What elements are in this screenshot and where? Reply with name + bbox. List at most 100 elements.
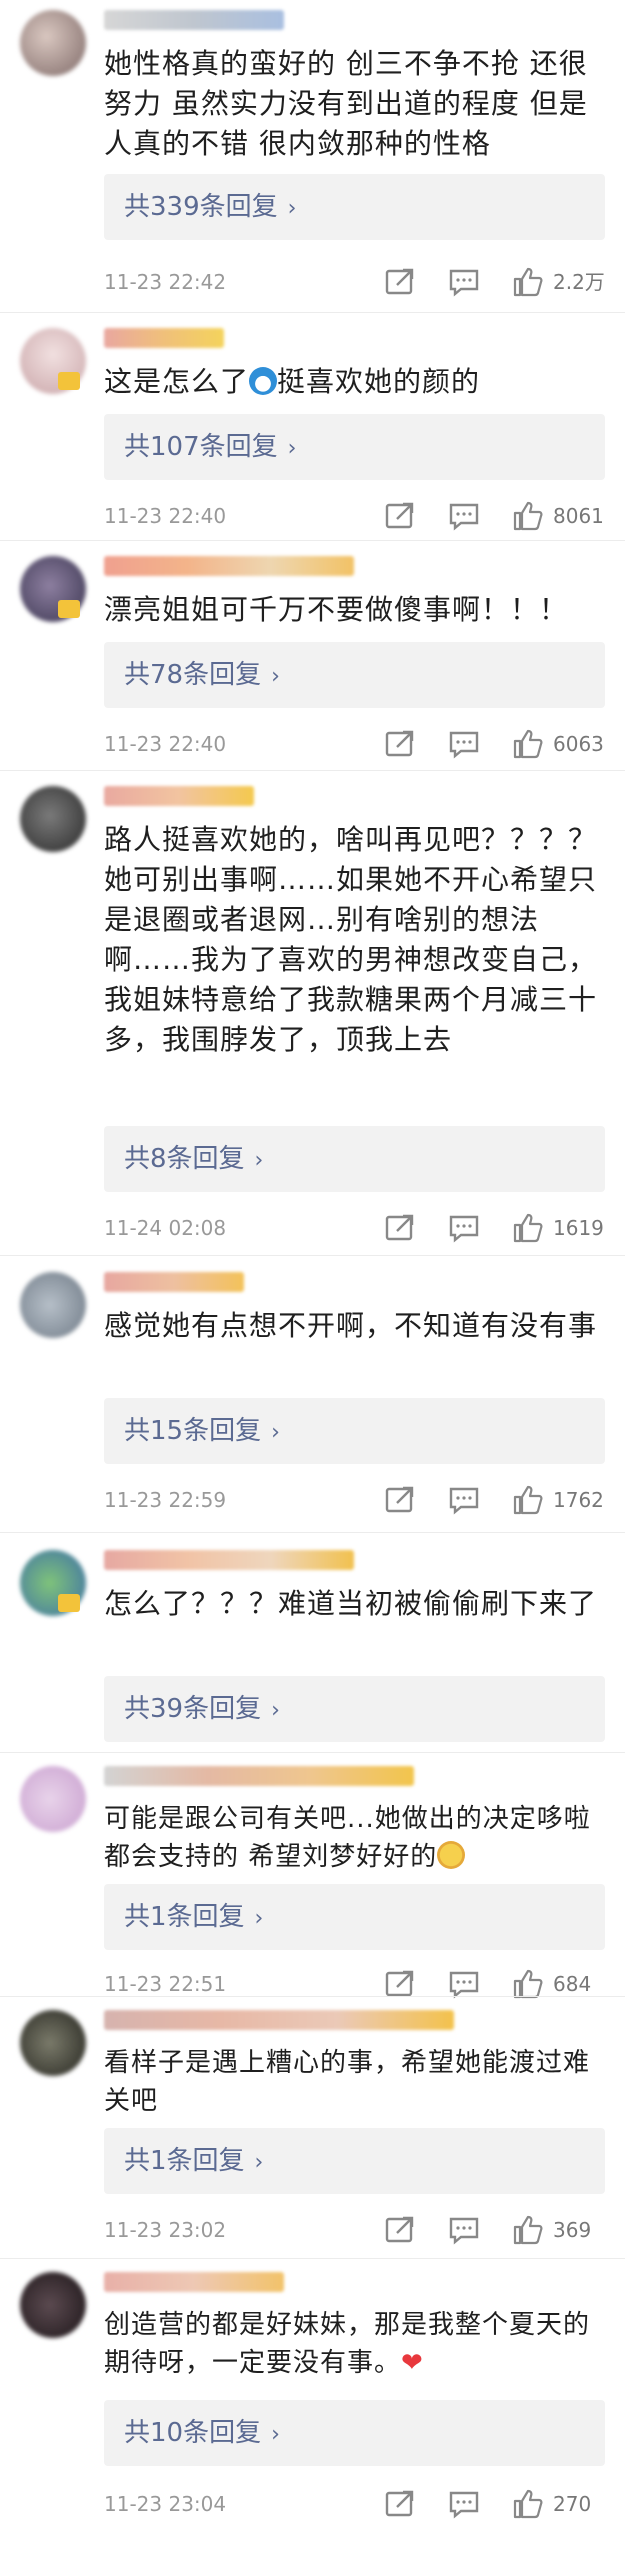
share-icon[interactable] <box>383 499 417 533</box>
thumbs-up-icon[interactable] <box>511 2213 545 2247</box>
username[interactable] <box>104 1272 244 1292</box>
comment-text: 漂亮姐姐可千万不要做傻事啊！！！ <box>104 593 569 626</box>
verified-badge <box>58 600 80 618</box>
comment-text: 怎么了？？？难道当初被偷偷刷下来了 <box>104 1587 598 1620</box>
timestamp: 11-23 23:02 <box>104 2218 227 2242</box>
comment-icon[interactable] <box>447 265 481 299</box>
chevron-right-icon: › <box>271 664 280 689</box>
comment-item: 她性格真的蛮好的 创三不争不抢 还很努力 虽然实力没有到出道的程度 但是人真的不… <box>0 0 625 310</box>
comment-text-part: 创造营的都是好妹妹，那是我整个夏天的期待呀，一定要没有事。 <box>104 2310 591 2378</box>
comment-meta: 11-23 22:59 1762 <box>104 1480 605 1520</box>
share-icon[interactable] <box>383 727 417 761</box>
comment-item: 路人挺喜欢她的，啥叫再见吧？？？？她可别出事啊……如果她不开心希望只是退圈或者退… <box>0 776 625 1256</box>
verified-badge <box>58 372 80 390</box>
chevron-right-icon: › <box>287 196 297 221</box>
comment-icon[interactable] <box>447 2487 481 2521</box>
doraemon-emoji-icon <box>249 367 278 395</box>
username[interactable] <box>104 10 284 30</box>
replies-label: 共15条回复 <box>124 1416 262 1446</box>
username[interactable] <box>104 786 254 806</box>
share-icon[interactable] <box>383 1483 417 1517</box>
like-count: 2.2万 <box>553 270 605 294</box>
share-icon[interactable] <box>383 1211 417 1245</box>
username[interactable] <box>104 1550 354 1570</box>
divider <box>0 540 625 541</box>
comment-meta: 11-23 22:51 684 <box>104 1964 605 2004</box>
username[interactable] <box>104 328 224 348</box>
avatar[interactable] <box>20 1272 86 1338</box>
comment-item: 怎么了？？？难道当初被偷偷刷下来了 共39条回复 › <box>0 1540 625 1760</box>
avatar[interactable] <box>20 2272 86 2338</box>
replies-link[interactable]: 共107条回复 › <box>104 414 605 480</box>
divider <box>0 1255 625 1256</box>
replies-link[interactable]: 共1条回复 › <box>104 2128 605 2194</box>
replies-link[interactable]: 共15条回复 › <box>104 1398 605 1464</box>
thumbs-up-icon[interactable] <box>511 2487 545 2521</box>
replies-link[interactable]: 共8条回复 › <box>104 1126 605 1192</box>
thumbs-up-icon[interactable] <box>511 1483 545 1517</box>
timestamp: 11-23 22:42 <box>104 270 227 294</box>
comment-meta: 11-23 22:42 2.2万 <box>104 262 605 302</box>
comment-item: 看样子是遇上糟心的事，希望她能渡过难关吧 共1条回复 › 11-23 23:02 … <box>0 2000 625 2270</box>
avatar[interactable] <box>20 1766 86 1832</box>
comment-icon[interactable] <box>447 1211 481 1245</box>
chevron-right-icon: › <box>254 1148 264 1173</box>
like-count: 8061 <box>553 504 604 528</box>
timestamp: 11-23 22:59 <box>104 1488 227 1512</box>
comment-item: 这是怎么了 挺喜欢她的颜的 共107条回复 › 11-23 22:40 8061 <box>0 318 625 543</box>
username[interactable] <box>104 2010 454 2030</box>
comment-text: 感觉她有点想不开啊，不知道有没有事 <box>104 1309 598 1342</box>
replies-label: 共10条回复 <box>124 2418 262 2448</box>
comment-icon[interactable] <box>447 2213 481 2247</box>
verified-badge <box>58 1594 80 1612</box>
replies-label: 共78条回复 <box>124 660 262 690</box>
share-icon[interactable] <box>383 265 417 299</box>
divider <box>0 1752 625 1753</box>
comment-meta: 11-23 22:40 6063 <box>104 724 605 764</box>
username[interactable] <box>104 2272 284 2292</box>
comment-item: 可能是跟公司有关吧...她做出的决定哆啦都会支持的 希望刘梦好好的 共1条回复 ›… <box>0 1756 625 1999</box>
replies-label: 共1条回复 <box>124 2146 245 2176</box>
divider <box>0 1532 625 1533</box>
comment-icon[interactable] <box>447 499 481 533</box>
comment-meta: 11-23 22:40 8061 <box>104 496 605 536</box>
replies-label: 共39条回复 <box>124 1694 262 1724</box>
avatar[interactable] <box>20 10 86 76</box>
comment-item: 感觉她有点想不开啊，不知道有没有事 共15条回复 › 11-23 22:59 17… <box>0 1262 625 1532</box>
comment-icon[interactable] <box>447 1483 481 1517</box>
divider <box>0 2258 625 2259</box>
thumbs-up-icon[interactable] <box>511 727 545 761</box>
timestamp: 11-23 23:04 <box>104 2492 227 2516</box>
like-count: 1762 <box>553 1488 604 1512</box>
comment-meta: 11-24 02:08 1619 <box>104 1208 605 1248</box>
like-count: 684 <box>553 1972 592 1996</box>
comment-text: 可能是跟公司有关吧...她做出的决定哆啦都会支持的 希望刘梦好好的 <box>104 1800 605 1876</box>
thumbs-up-icon[interactable] <box>511 499 545 533</box>
chevron-right-icon: › <box>271 2422 280 2447</box>
like-count: 6063 <box>553 732 604 756</box>
replies-label: 共1条回复 <box>124 1902 245 1932</box>
replies-link[interactable]: 共10条回复 › <box>104 2400 605 2466</box>
share-icon[interactable] <box>383 2213 417 2247</box>
username[interactable] <box>104 556 354 576</box>
chevron-right-icon: › <box>254 1906 264 1931</box>
heart-icon: ❤ <box>401 2348 424 2378</box>
comment-item: 创造营的都是好妹妹，那是我整个夏天的期待呀，一定要没有事。❤ 共10条回复 › 1… <box>0 2262 625 2560</box>
replies-link[interactable]: 共1条回复 › <box>104 1884 605 1950</box>
comment-icon[interactable] <box>447 727 481 761</box>
thumbs-up-icon[interactable] <box>511 265 545 299</box>
avatar[interactable] <box>20 2010 86 2076</box>
replies-link[interactable]: 共78条回复 › <box>104 642 605 708</box>
thumbs-up-icon[interactable] <box>511 1211 545 1245</box>
username[interactable] <box>104 1766 414 1786</box>
timestamp: 11-23 22:40 <box>104 732 227 756</box>
replies-label: 共107条回复 <box>124 432 278 462</box>
like-count: 1619 <box>553 1216 604 1240</box>
comment-text: 路人挺喜欢她的，啥叫再见吧？？？？她可别出事啊……如果她不开心希望只是退圈或者退… <box>104 823 598 1056</box>
replies-link[interactable]: 共339条回复 › <box>104 174 605 240</box>
share-icon[interactable] <box>383 2487 417 2521</box>
replies-label: 共8条回复 <box>124 1144 245 1174</box>
avatar[interactable] <box>20 786 86 852</box>
replies-link[interactable]: 共39条回复 › <box>104 1676 605 1742</box>
comment-text-part: 这是怎么了 <box>104 365 250 398</box>
